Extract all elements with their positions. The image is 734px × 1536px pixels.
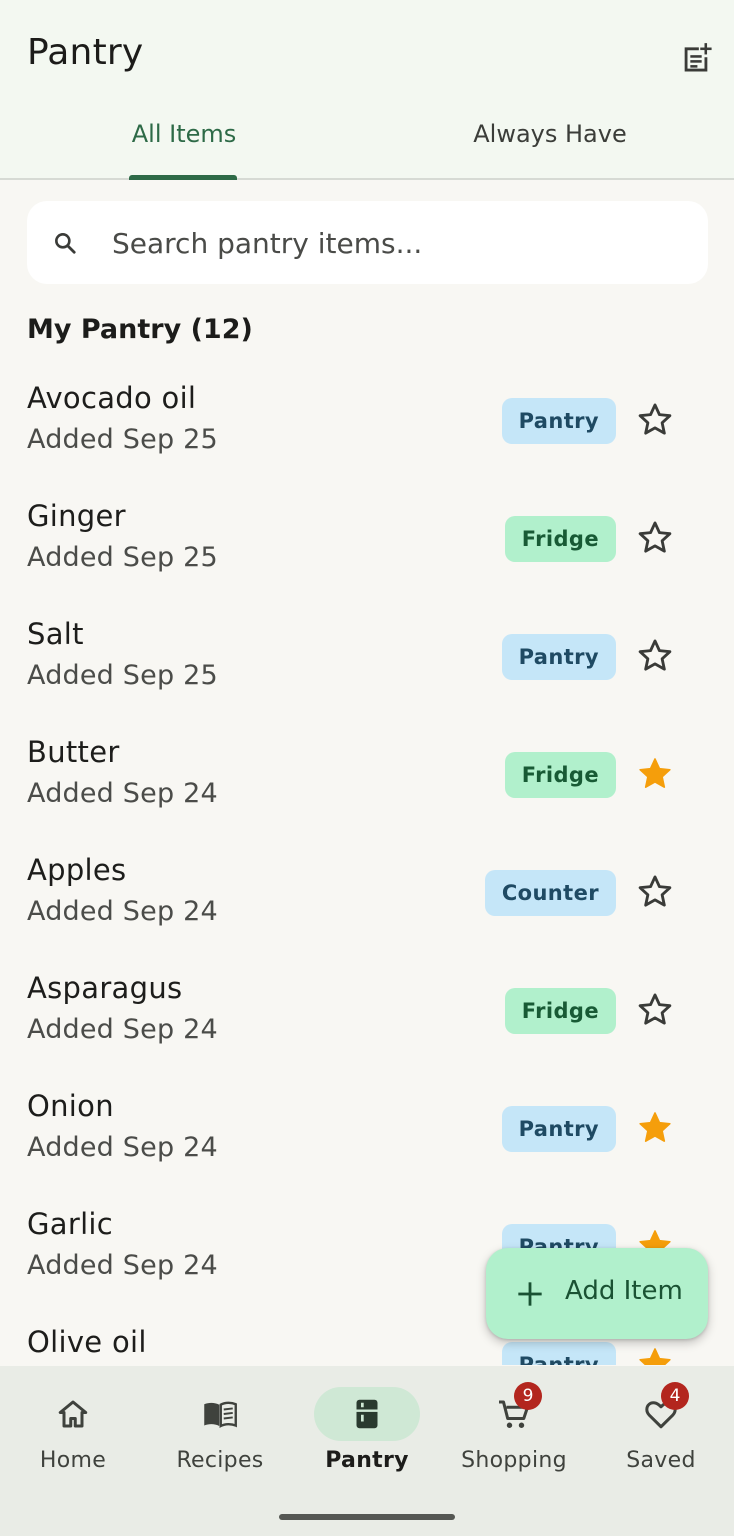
nav-label: Pantry <box>325 1448 409 1473</box>
item-name: Ginger <box>27 499 126 533</box>
item-added-date: Added Sep 24 <box>27 1132 218 1163</box>
tab-always-have[interactable]: Always Have <box>430 120 670 160</box>
home-icon <box>58 1400 88 1428</box>
item-name: Onion <box>27 1089 114 1123</box>
star-outline-icon[interactable] <box>636 519 674 557</box>
star-outline-icon[interactable] <box>636 991 674 1029</box>
top-app-bar: Pantry All Items Always Have <box>0 0 734 180</box>
nav-label: Home <box>39 1448 107 1473</box>
list-item[interactable]: Avocado oil Added Sep 25 Pantry <box>0 375 734 493</box>
location-badge: Pantry <box>501 398 616 444</box>
star-filled-icon[interactable] <box>636 1109 674 1147</box>
location-badge: Pantry <box>501 1342 616 1365</box>
list-item[interactable]: Ginger Added Sep 25 Fridge <box>0 493 734 611</box>
bottom-navigation: Home Recipes Pantry 9 Shopping 4 Saved <box>0 1366 734 1536</box>
section-title: My Pantry (12) <box>27 314 253 345</box>
nav-item-home[interactable]: Home <box>0 1366 146 1496</box>
list-item[interactable]: Butter Added Sep 24 Fridge <box>0 729 734 847</box>
add-item-button[interactable]: Add Item <box>486 1248 708 1339</box>
star-outline-icon[interactable] <box>636 401 674 439</box>
location-badge: Fridge <box>504 988 616 1034</box>
search-input[interactable] <box>112 220 672 266</box>
item-name: Olive oil <box>27 1325 147 1359</box>
kitchen-icon <box>356 1399 378 1429</box>
item-added-date: Added Sep 24 <box>27 896 218 927</box>
location-badge: Pantry <box>501 634 616 680</box>
item-added-date: Added Sep 25 <box>27 424 218 455</box>
location-badge: Fridge <box>504 752 616 798</box>
item-name: Butter <box>27 735 120 769</box>
book-icon <box>204 1401 237 1428</box>
page-title: Pantry <box>27 32 144 73</box>
nav-label: Recipes <box>176 1448 264 1473</box>
nav-label: Saved <box>626 1448 696 1473</box>
location-badge: Fridge <box>504 516 616 562</box>
nav-item-pantry[interactable]: Pantry <box>294 1366 440 1496</box>
search-icon <box>55 233 76 254</box>
star-filled-icon[interactable] <box>636 1345 674 1365</box>
nav-label: Shopping <box>461 1448 567 1473</box>
list-item[interactable]: Onion Added Sep 24 Pantry <box>0 1083 734 1201</box>
star-outline-icon[interactable] <box>636 637 674 675</box>
item-added-date: Added Sep 25 <box>27 660 218 691</box>
app-screen: Pantry All Items Always Have My Pantry (… <box>0 0 734 1536</box>
list-item[interactable]: Salt Added Sep 25 Pantry <box>0 611 734 729</box>
item-added-date: Added Sep 25 <box>27 542 218 573</box>
item-name: Garlic <box>27 1207 114 1241</box>
item-name: Salt <box>27 617 84 651</box>
note-add-icon <box>684 43 712 72</box>
pantry-list: Avocado oil Added Sep 25 Pantry Ginger Added… <box>0 375 734 1365</box>
home-indicator[interactable] <box>279 1514 455 1520</box>
item-name: Apples <box>27 853 127 887</box>
tab-all-items[interactable]: All Items <box>100 120 268 160</box>
item-name: Asparagus <box>27 971 183 1005</box>
nav-item-saved[interactable]: 4 Saved <box>588 1366 734 1496</box>
item-added-date: Added Sep 24 <box>27 778 218 809</box>
location-badge: Pantry <box>501 1106 616 1152</box>
list-item[interactable]: Apples Added Sep 24 Counter <box>0 847 734 965</box>
add-note-button[interactable] <box>674 36 718 80</box>
item-added-date: Added Sep 24 <box>27 1014 218 1045</box>
nav-item-recipes[interactable]: Recipes <box>147 1366 293 1496</box>
location-badge: Counter <box>484 870 616 916</box>
shopping-badge: 9 <box>514 1382 542 1410</box>
star-outline-icon[interactable] <box>636 873 674 911</box>
item-name: Avocado oil <box>27 381 197 415</box>
tab-indicator <box>129 175 237 180</box>
list-item[interactable]: Asparagus Added Sep 24 Fridge <box>0 965 734 1083</box>
saved-badge: 4 <box>661 1382 689 1410</box>
item-added-date: Added Sep 24 <box>27 1250 218 1281</box>
add-item-label: Add Item <box>565 1276 683 1306</box>
star-filled-icon[interactable] <box>636 755 674 793</box>
plus-icon <box>518 1282 542 1306</box>
nav-item-shopping[interactable]: 9 Shopping <box>441 1366 587 1496</box>
